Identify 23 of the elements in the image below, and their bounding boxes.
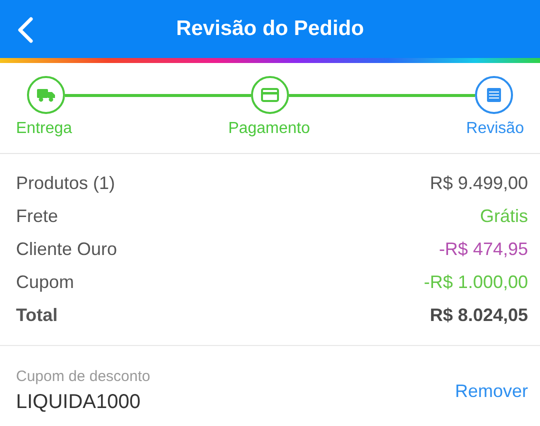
summary-value: R$ 9.499,00: [430, 172, 528, 194]
coupon-label: Cupom de desconto: [16, 368, 150, 385]
summary-value: R$ 8.024,05: [430, 304, 528, 326]
card-icon: [261, 88, 279, 102]
summary-value: -R$ 1.000,00: [424, 272, 528, 292]
remove-button[interactable]: Remover: [454, 380, 528, 402]
summary-label: Frete: [16, 206, 58, 226]
step-label: Revisão: [466, 120, 524, 138]
step-circle[interactable]: [475, 76, 513, 114]
step-circle[interactable]: [251, 76, 289, 114]
list-icon: [487, 88, 501, 102]
summary-value: Grátis: [480, 206, 528, 226]
truck-icon: [37, 88, 55, 102]
coupon-code: LIQUIDA1000: [16, 391, 142, 414]
window-title: Revisão do Pedido: [176, 17, 364, 41]
step-label: Pagamento: [228, 120, 310, 138]
step-circle[interactable]: [27, 76, 65, 114]
summary-label: Cupom: [16, 272, 74, 292]
summary-label: Total: [16, 304, 58, 326]
summary-label: Cliente Ouro: [16, 238, 118, 260]
summary-label: Produtos (1): [16, 172, 116, 194]
summary-value: -R$ 474,95: [438, 238, 528, 260]
step-label: Entrega: [16, 120, 72, 138]
